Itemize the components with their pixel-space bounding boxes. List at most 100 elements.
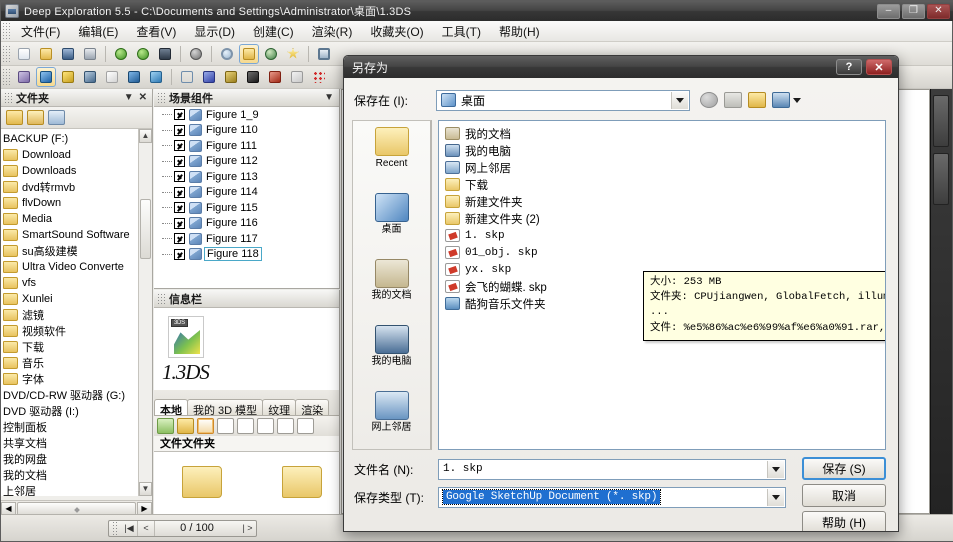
file-item[interactable]: 01_obj. skp bbox=[443, 244, 885, 261]
dock-tab-1[interactable] bbox=[933, 95, 949, 147]
dock-tab-2[interactable] bbox=[933, 153, 949, 205]
fullscreen-icon[interactable] bbox=[314, 44, 334, 64]
scene-item-checkbox[interactable] bbox=[174, 248, 185, 260]
gold-cube-icon[interactable] bbox=[221, 67, 241, 87]
folders-tree[interactable]: BACKUP (F:) Download Downloads dvd转rmvb … bbox=[1, 129, 138, 496]
tree-item-ziti[interactable]: 字体 bbox=[1, 371, 138, 387]
folders-vertical-scrollbar[interactable]: ▲ ▼ bbox=[138, 129, 152, 496]
file-item[interactable]: 网上邻居 bbox=[443, 159, 885, 176]
toolbar-grip[interactable] bbox=[3, 45, 10, 62]
shaded-cube-icon[interactable] bbox=[14, 67, 34, 87]
save-button[interactable]: 保存 (S) bbox=[802, 457, 886, 480]
file-grid[interactable] bbox=[154, 452, 340, 516]
blue-cube-icon[interactable] bbox=[124, 67, 144, 87]
scroll-up-icon[interactable]: ▲ bbox=[139, 129, 152, 143]
chevron-down-icon[interactable] bbox=[767, 460, 784, 478]
minimize-button[interactable]: – bbox=[877, 3, 900, 19]
menubar-grip[interactable] bbox=[3, 23, 10, 39]
scene-item-checkbox[interactable] bbox=[174, 233, 185, 245]
scene-item-checkbox[interactable] bbox=[174, 186, 185, 198]
scene-item[interactable]: Figure 117 bbox=[162, 231, 339, 247]
tree-item-smartsound[interactable]: SmartSound Software bbox=[1, 227, 138, 243]
folder-icon[interactable] bbox=[282, 466, 322, 498]
maximize-button[interactable]: ❐ bbox=[902, 3, 925, 19]
back-icon[interactable] bbox=[111, 44, 131, 64]
scene-item-checkbox[interactable] bbox=[174, 171, 185, 183]
save-file-icon[interactable] bbox=[58, 44, 78, 64]
tree-item-mydocuments[interactable]: 我的文档 bbox=[1, 467, 138, 483]
print-icon[interactable] bbox=[80, 44, 100, 64]
render-toolbar-grip[interactable] bbox=[3, 69, 10, 85]
tree-item-mynetdisk[interactable]: 我的网盘 bbox=[1, 451, 138, 467]
menu-view[interactable]: 查看(V) bbox=[127, 21, 185, 42]
view-thumbs-icon[interactable] bbox=[297, 418, 314, 434]
view-grid-icon[interactable] bbox=[257, 418, 274, 434]
chevron-down-icon[interactable]: ▼ bbox=[324, 92, 334, 103]
tree-item-xiazai[interactable]: 下载 bbox=[1, 339, 138, 355]
file-item[interactable]: 新建文件夹 bbox=[443, 193, 885, 210]
open-file-icon[interactable] bbox=[36, 44, 56, 64]
wire-cube-icon[interactable] bbox=[199, 67, 219, 87]
views-icon[interactable] bbox=[772, 92, 790, 108]
white-cube-icon[interactable] bbox=[102, 67, 122, 87]
open-folder-icon[interactable] bbox=[6, 110, 23, 125]
back-icon[interactable] bbox=[700, 92, 718, 108]
search-icon[interactable] bbox=[217, 44, 237, 64]
tree-item-ultravideo[interactable]: Ultra Video Converte bbox=[1, 259, 138, 275]
place-my-computer[interactable]: 我的电脑 bbox=[353, 319, 430, 385]
stop-icon[interactable] bbox=[186, 44, 206, 64]
place-network[interactable]: 网上邻居 bbox=[353, 385, 430, 451]
new-folder-icon[interactable] bbox=[748, 92, 766, 108]
menu-create[interactable]: 创建(C) bbox=[244, 21, 303, 42]
tree-item-backup[interactable]: BACKUP (F:) bbox=[1, 131, 138, 147]
cancel-button[interactable]: 取消 bbox=[802, 484, 886, 507]
help-button[interactable]: 帮助 (H) bbox=[802, 511, 886, 531]
scroll-thumb[interactable] bbox=[140, 199, 151, 259]
up-folder-icon[interactable] bbox=[724, 92, 742, 108]
skeleton-icon[interactable] bbox=[177, 67, 197, 87]
cyan-cube-icon[interactable] bbox=[146, 67, 166, 87]
file-item[interactable]: 下载 bbox=[443, 176, 885, 193]
folder-options-icon[interactable] bbox=[27, 110, 44, 125]
scene-item[interactable]: Figure 112 bbox=[162, 154, 339, 170]
scene-item[interactable]: Figure 113 bbox=[162, 169, 339, 185]
view-list-icon[interactable] bbox=[277, 418, 294, 434]
file-item[interactable]: 我的电脑 bbox=[443, 142, 885, 159]
tree-item-downloads[interactable]: Downloads bbox=[1, 163, 138, 179]
filename-combobox[interactable]: 1. skp bbox=[438, 458, 786, 480]
new-file-icon[interactable] bbox=[14, 44, 34, 64]
place-my-documents[interactable]: 我的文档 bbox=[353, 253, 430, 319]
file-item-hovered[interactable]: 新建文件夹 (2) bbox=[443, 210, 885, 227]
scene-item-checkbox[interactable] bbox=[174, 124, 185, 136]
dialog-help-button[interactable]: ? bbox=[836, 59, 862, 75]
scene-item[interactable]: Figure 114 bbox=[162, 185, 339, 201]
solid-cube-icon[interactable] bbox=[36, 67, 56, 87]
menu-render[interactable]: 渲染(R) bbox=[303, 21, 362, 42]
scene-list[interactable]: Figure 1_9 Figure 110 Figure 111 Figure … bbox=[154, 107, 339, 288]
filetype-combobox[interactable]: Google SketchUp Document (*. skp) bbox=[438, 486, 786, 508]
menu-file[interactable]: 文件(F) bbox=[12, 21, 69, 42]
tree-item-vfs[interactable]: vfs bbox=[1, 275, 138, 291]
place-desktop[interactable]: 桌面 bbox=[353, 187, 430, 253]
add-folder-icon[interactable] bbox=[157, 418, 174, 434]
save-in-combobox[interactable]: 桌面 bbox=[436, 89, 690, 111]
browse-folder-icon[interactable] bbox=[239, 43, 259, 64]
outline-cube-icon[interactable] bbox=[287, 67, 307, 87]
favorite-star-icon[interactable] bbox=[283, 44, 303, 64]
menu-favorites[interactable]: 收藏夹(O) bbox=[361, 21, 432, 42]
globe-icon[interactable] bbox=[261, 44, 281, 64]
tree-item-su[interactable]: su高级建模 bbox=[1, 243, 138, 259]
frame-navigator[interactable]: |◀ < 0 / 100 | > bbox=[108, 519, 257, 537]
chevron-down-icon[interactable] bbox=[671, 91, 688, 109]
menu-display[interactable]: 显示(D) bbox=[185, 21, 244, 42]
tree-item-flvdown[interactable]: flvDown bbox=[1, 195, 138, 211]
view-detail-icon[interactable] bbox=[197, 418, 214, 434]
tree-item-yinyue[interactable]: 音乐 bbox=[1, 355, 138, 371]
tree-item-shipin[interactable]: 视频软件 bbox=[1, 323, 138, 339]
menu-edit[interactable]: 编辑(E) bbox=[69, 21, 127, 42]
file-item[interactable]: 1. skp bbox=[443, 227, 885, 244]
image-icon[interactable] bbox=[155, 44, 175, 64]
scene-item-selected[interactable]: Figure 118 bbox=[162, 247, 339, 263]
menu-tools[interactable]: 工具(T) bbox=[433, 21, 490, 42]
lit-cube-icon[interactable] bbox=[58, 67, 78, 87]
